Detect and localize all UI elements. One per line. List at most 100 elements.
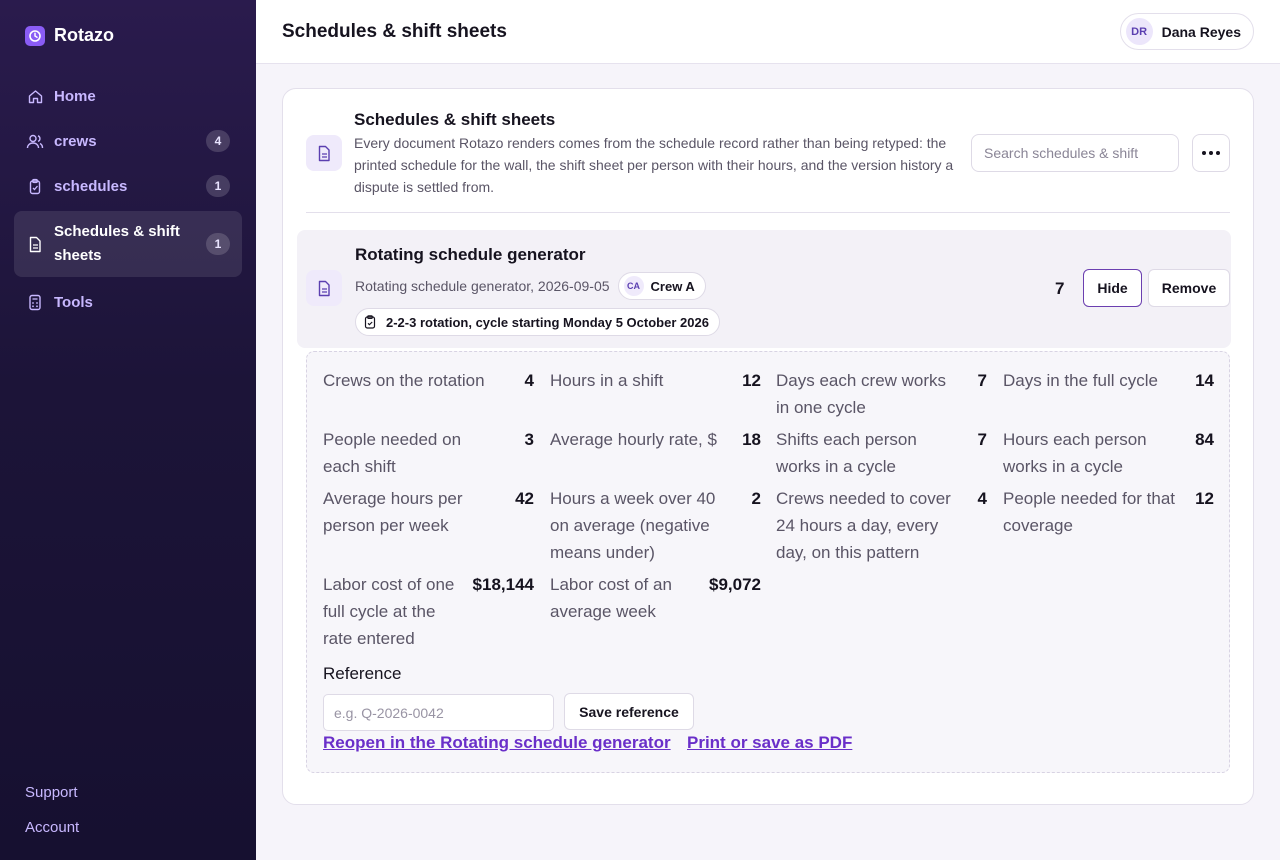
stat-value: 7 (977, 430, 987, 449)
user-menu[interactable]: DR Dana Reyes (1119, 13, 1254, 50)
version-count: 7 (1055, 279, 1065, 298)
stat-item: Labor cost of an average week $9,072 (550, 571, 761, 625)
stat-label: Days each crew works in one cycle (776, 371, 947, 417)
stat-label: Crews on the rotation (323, 371, 485, 390)
document-title: Rotating schedule generator (355, 245, 586, 264)
page-title: Schedules & shift sheets (282, 21, 507, 42)
stat-label: Labor cost of an average week (550, 575, 672, 621)
topbar: Schedules & shift sheets DR Dana Reyes (256, 0, 1280, 64)
stat-value: $9,072 (709, 575, 761, 594)
stat-item: Hours each person works in a cycle 84 (1003, 426, 1214, 480)
document-row: Rotating schedule generator Rotating sch… (297, 230, 1231, 348)
stat-label: Average hours per person per week (323, 489, 463, 535)
sidebar: Rotazo Home crews 4 schedules 1 Schedule… (0, 0, 256, 860)
stat-item: Crews needed to cover 24 hours a day, ev… (776, 485, 987, 566)
document-subtitle: Rotating schedule generator, 2026-09-05 (355, 278, 610, 294)
stat-label: Days in the full cycle (1003, 371, 1158, 390)
schedule-chip-label: 2-2-3 rotation, cycle starting Monday 5 … (386, 314, 709, 330)
stat-value: 7 (977, 371, 987, 390)
stat-item: Labor cost of one full cycle at the rate… (323, 571, 534, 652)
sidebar-item-home[interactable]: Home (14, 82, 242, 110)
users-icon (26, 132, 44, 150)
clipboard-icon (26, 177, 44, 195)
reference-label: Reference (323, 664, 402, 683)
section-description: Every document Rotazo renders comes from… (354, 135, 954, 195)
stat-item: Hours a week over 40 on average (negativ… (550, 485, 761, 566)
schedule-chip[interactable]: 2-2-3 rotation, cycle starting Monday 5 … (355, 308, 720, 336)
stat-label: Hours each person works in a cycle (1003, 430, 1147, 476)
crew-avatar: CA (623, 276, 644, 296)
documents-card: Schedules & shift sheets Every document … (282, 88, 1254, 805)
more-options-button[interactable] (1192, 134, 1230, 172)
sidebar-item-label: Schedules & shift sheets (54, 223, 180, 264)
more-dot (1209, 151, 1213, 155)
document-meta: Rotating schedule generator, 2026-09-05 … (355, 272, 706, 300)
sidebar-item-schedules[interactable]: schedules 1 (14, 172, 242, 200)
stat-label: Hours in a shift (550, 371, 664, 390)
count-badge: 1 (206, 175, 230, 197)
section-title: Schedules & shift sheets (354, 110, 556, 129)
divider (306, 212, 1230, 213)
stat-value: 14 (1195, 371, 1214, 390)
stat-value: 4 (977, 489, 987, 508)
reference-input[interactable] (323, 694, 554, 731)
stat-label: Average hourly rate, $ (550, 430, 717, 449)
remove-button[interactable]: Remove (1148, 269, 1230, 307)
stat-label: Shifts each person works in a cycle (776, 430, 917, 476)
calculator-icon (26, 293, 44, 311)
reopen-link[interactable]: Reopen in the Rotating schedule generato… (323, 733, 671, 753)
document-icon (26, 235, 44, 253)
stat-item: Average hourly rate, $ 18 (550, 426, 761, 453)
stat-value: 84 (1195, 430, 1214, 449)
brand[interactable]: Rotazo (25, 25, 114, 46)
stat-label: People needed on each shift (323, 430, 462, 476)
sidebar-item-label: Home (54, 87, 96, 105)
stat-item: Days each crew works in one cycle 7 (776, 367, 987, 421)
stat-item: People needed for that coverage 12 (1003, 485, 1214, 539)
crew-chip[interactable]: CA Crew A (617, 272, 706, 300)
document-details: Crews on the rotation 4 Hours in a shift 1… (306, 351, 1230, 773)
stat-value: 12 (742, 371, 761, 390)
sidebar-item-tools[interactable]: Tools (14, 288, 242, 316)
user-name: Dana Reyes (1161, 23, 1241, 40)
stat-item: Crews on the rotation 4 (323, 367, 534, 394)
more-dot (1216, 151, 1220, 155)
document-icon (306, 270, 342, 306)
stat-value: 12 (1195, 489, 1214, 508)
stat-label: Hours a week over 40 on average (negativ… (550, 489, 716, 562)
count-badge: 1 (206, 233, 230, 255)
sidebar-item-schedules-shift-sheets[interactable]: Schedules & shift sheets 1 (14, 211, 242, 277)
brand-name: Rotazo (54, 25, 114, 45)
home-icon (26, 87, 44, 105)
sidebar-item-crews[interactable]: crews 4 (14, 127, 242, 155)
clipboard-icon (361, 315, 379, 329)
stat-label: Crews needed to cover 24 hours a day, ev… (776, 489, 951, 562)
stat-item: People needed on each shift 3 (323, 426, 534, 480)
sidebar-item-label: schedules (54, 177, 128, 195)
account-link[interactable]: Account (25, 819, 79, 836)
support-link[interactable]: Support (25, 784, 78, 801)
search-input[interactable] (971, 134, 1179, 172)
stat-value: 2 (751, 489, 761, 508)
hide-button[interactable]: Hide (1083, 269, 1142, 307)
save-reference-button[interactable]: Save reference (564, 693, 694, 730)
stat-item: Average hours per person per week 42 (323, 485, 534, 539)
stat-value: $18,144 (472, 575, 534, 594)
more-dot (1202, 151, 1206, 155)
count-badge: 4 (206, 130, 230, 152)
print-pdf-link[interactable]: Print or save as PDF (687, 733, 852, 753)
stat-item: Shifts each person works in a cycle 7 (776, 426, 987, 480)
stat-value: 3 (524, 430, 534, 449)
avatar: DR (1125, 18, 1153, 45)
sidebar-item-label: Tools (54, 293, 93, 311)
stat-value: 4 (524, 371, 534, 390)
clock-logo-icon (25, 25, 45, 46)
stat-value: 42 (515, 489, 534, 508)
document-icon (306, 135, 342, 171)
sidebar-item-label: crews (54, 132, 97, 150)
stat-item: Days in the full cycle 14 (1003, 367, 1214, 394)
stat-value: 18 (742, 430, 761, 449)
stat-label: Labor cost of one full cycle at the rate… (323, 575, 455, 648)
stat-label: People needed for that coverage (1003, 489, 1176, 535)
crew-name: Crew A (650, 278, 695, 294)
